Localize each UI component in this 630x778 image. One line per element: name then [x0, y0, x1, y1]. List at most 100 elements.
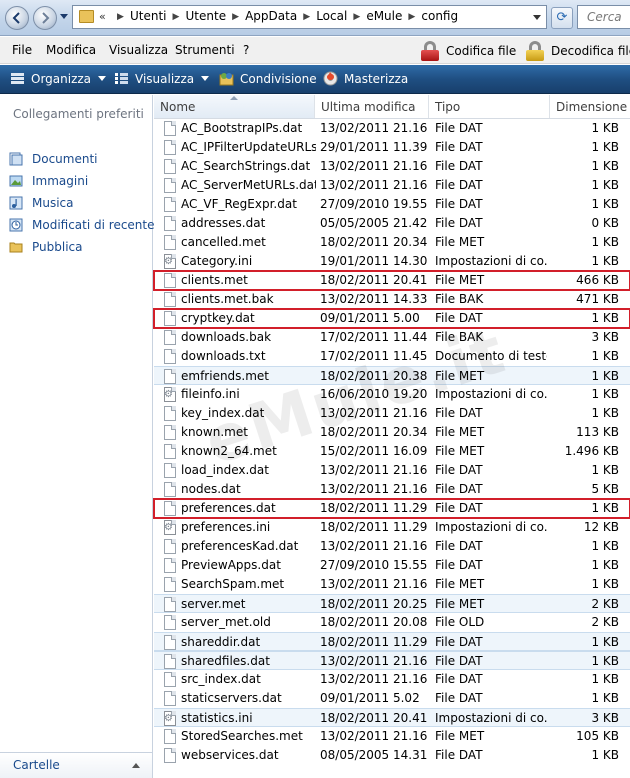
file-type: File DAT	[435, 748, 483, 762]
file-row[interactable]: key_index.dat 13/02/2011 21.16 File DAT 1 K…	[154, 404, 630, 423]
breadcrumb-item[interactable]: config	[419, 9, 460, 26]
file-row[interactable]: preferencesKad.dat 13/02/2011 21.16 File D…	[154, 537, 630, 556]
file-row[interactable]: AC_SearchStrings.dat 13/02/2011 21.16 File…	[154, 157, 630, 176]
file-row[interactable]: preferences.ini 18/02/2011 11.29 Impostazi…	[154, 518, 630, 537]
file-size: 1 KB	[591, 691, 619, 705]
file-icon	[164, 406, 176, 421]
menu-tools[interactable]: Strumenti	[175, 43, 235, 57]
file-modified: 13/02/2011 21.16	[320, 463, 428, 477]
sidebar-item-recent[interactable]: Modificati di recente	[9, 216, 155, 234]
file-modified: 17/02/2011 11.44	[320, 330, 428, 344]
file-row[interactable]: preferences.dat 18/02/2011 11.29 File DAT 1…	[153, 498, 630, 519]
chevron-right-icon[interactable]: ▶	[113, 9, 128, 26]
file-icon	[164, 539, 176, 554]
sidebar-item-public[interactable]: Pubblica	[9, 238, 82, 256]
file-icon	[164, 748, 176, 763]
file-row[interactable]: PreviewApps.dat 27/09/2010 15.55 File DAT 1…	[154, 556, 630, 575]
breadcrumb-item[interactable]: AppData	[243, 9, 299, 26]
breadcrumb-item[interactable]: Utente	[184, 9, 229, 26]
decrypt-file-button[interactable]: Decodifica file	[525, 40, 630, 62]
file-row[interactable]: emfriends.met 18/02/2011 20.38 File MET 1 K…	[154, 366, 630, 385]
file-row[interactable]: statistics.ini 18/02/2011 20.41 Impostazio…	[154, 708, 630, 727]
file-row[interactable]: nodes.dat 13/02/2011 21.16 File DAT 5 KB	[154, 480, 630, 499]
refresh-button[interactable]: ⟳	[551, 7, 573, 29]
encrypt-file-button[interactable]: Codifica file	[420, 40, 516, 62]
sidebar-item-documents[interactable]: Documenti	[9, 150, 98, 168]
chevron-right-icon[interactable]: ▶	[349, 9, 364, 26]
file-row[interactable]: AC_ServerMetURLs.dat 13/02/2011 21.16 File…	[154, 176, 630, 195]
breadcrumb-item[interactable]: eMule	[364, 9, 404, 26]
file-row[interactable]: addresses.dat 05/05/2005 21.42 File DAT 0 K…	[154, 214, 630, 233]
file-row[interactable]: downloads.txt 17/02/2011 11.45 Documento d…	[154, 347, 630, 366]
file-type: File DAT	[435, 539, 483, 553]
forward-button[interactable]	[33, 6, 57, 30]
file-row[interactable]: downloads.bak 17/02/2011 11.44 File BAK 3 K…	[154, 328, 630, 347]
file-row[interactable]: AC_VF_RegExpr.dat 27/09/2010 19.55 File DA…	[154, 195, 630, 214]
menu-view[interactable]: Visualizza	[109, 43, 168, 57]
menu-file[interactable]: File	[12, 43, 32, 57]
file-size: 3 KB	[591, 330, 619, 344]
file-row[interactable]: Category.ini 19/01/2011 14.30 Impostazioni…	[154, 252, 630, 271]
address-box[interactable]: « ▶ Utenti ▶ Utente ▶ AppData ▶ Local ▶ …	[72, 5, 547, 29]
file-row[interactable]: shareddir.dat 18/02/2011 11.29 File DAT 1 K…	[154, 632, 630, 651]
file-modified: 08/05/2005 14.31	[320, 748, 428, 762]
folders-toggle[interactable]: Cartelle	[0, 752, 152, 778]
column-header-modified[interactable]: Ultima modifica	[315, 95, 429, 118]
encrypt-file-label: Codifica file	[446, 44, 517, 58]
menu-help[interactable]: ?	[243, 43, 249, 57]
file-name: emfriends.met	[181, 369, 270, 383]
file-row[interactable]: SearchSpam.met 13/02/2011 21.16 File MET 1 …	[154, 575, 630, 594]
file-type: File DAT	[435, 635, 483, 649]
menu-edit[interactable]: Modifica	[46, 43, 96, 57]
file-row[interactable]: clients.met 18/02/2011 20.41 File MET 466 K…	[153, 270, 630, 291]
search-input[interactable]: Cerca	[577, 5, 630, 29]
file-row[interactable]: server_met.old 18/02/2011 20.08 File OLD 2 …	[154, 613, 630, 632]
chevron-right-icon[interactable]: ▶	[228, 9, 243, 26]
column-modified-label: Ultima modifica	[321, 100, 416, 114]
file-type: File MET	[435, 577, 485, 591]
file-row[interactable]: load_index.dat 13/02/2011 21.16 File DAT 1 …	[154, 461, 630, 480]
chevron-right-icon[interactable]: ▶	[169, 9, 184, 26]
overflow-chevron-icon[interactable]: «	[99, 10, 106, 23]
address-dropdown-button[interactable]	[531, 11, 543, 23]
file-name: server.met	[181, 597, 246, 611]
file-row[interactable]: cancelled.met 18/02/2011 20.34 File MET 1 K…	[154, 233, 630, 252]
file-type: File MET	[435, 235, 485, 249]
column-header-size[interactable]: Dimensione	[550, 95, 630, 118]
sidebar-item-pictures[interactable]: Immagini	[9, 172, 88, 190]
chevron-right-icon[interactable]: ▶	[299, 9, 314, 26]
column-header-name[interactable]: Nome	[154, 95, 315, 118]
file-size: 1 KB	[591, 501, 619, 515]
file-row[interactable]: AC_IPFilterUpdateURLs... 29/01/2011 11.39…	[154, 138, 630, 157]
file-name: fileinfo.ini	[181, 387, 240, 401]
views-label: Visualizza	[135, 71, 195, 86]
share-button[interactable]: Condivisione	[219, 71, 317, 86]
chevron-right-icon[interactable]: ▶	[404, 9, 419, 26]
organize-button[interactable]: Organizza	[10, 71, 107, 86]
decrypt-file-label: Decodifica file	[551, 44, 630, 58]
file-row[interactable]: AC_BootstrapIPs.dat 13/02/2011 21.16 File …	[154, 119, 630, 138]
file-type: File MET	[435, 597, 485, 611]
burn-button[interactable]: Masterizza	[323, 71, 408, 86]
file-row[interactable]: known2_64.met 15/02/2011 16.09 File MET 1.4…	[154, 442, 630, 461]
column-header-type[interactable]: Tipo	[429, 95, 550, 118]
file-row[interactable]: staticservers.dat 09/01/2011 5.02 File DAT…	[154, 689, 630, 708]
file-row[interactable]: StoredSearches.met 13/02/2011 21.16 File M…	[154, 727, 630, 746]
file-row[interactable]: clients.met.bak 13/02/2011 14.33 File BAK 4…	[154, 290, 630, 309]
file-row[interactable]: server.met 18/02/2011 20.25 File MET 2 KB	[154, 594, 630, 613]
recent-pages-dropdown[interactable]	[60, 14, 68, 19]
file-row[interactable]: sharedfiles.dat 13/02/2011 21.16 File DAT 1…	[154, 651, 630, 670]
documents-icon	[9, 152, 23, 166]
sidebar-item-music[interactable]: Musica	[9, 194, 74, 212]
breadcrumb-item[interactable]: Local	[314, 9, 349, 26]
breadcrumb-item[interactable]: Utenti	[128, 9, 169, 26]
file-name: cancelled.met	[181, 235, 266, 249]
burn-disc-icon	[323, 71, 338, 86]
file-row[interactable]: fileinfo.ini 16/06/2010 19.20 Impostazioni…	[154, 385, 630, 404]
file-row[interactable]: known.met 18/02/2011 20.34 File MET 113 KB	[154, 423, 630, 442]
views-button[interactable]: Visualizza	[114, 71, 210, 86]
back-button[interactable]	[5, 6, 29, 30]
file-row[interactable]: cryptkey.dat 09/01/2011 5.00 File DAT 1 KB	[153, 308, 630, 329]
file-row[interactable]: webservices.dat 08/05/2005 14.31 File DAT 1…	[154, 746, 630, 765]
file-row[interactable]: src_index.dat 13/02/2011 21.16 File DAT 1 K…	[154, 670, 630, 689]
